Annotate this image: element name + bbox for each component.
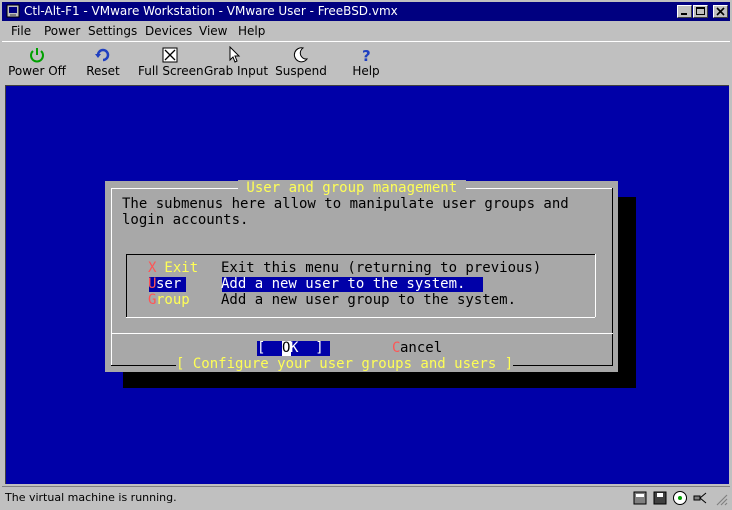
hard-disk-icon[interactable]	[632, 490, 648, 506]
menu-item-user[interactable]: U ser Add a new user to the system.	[148, 276, 598, 292]
close-icon	[716, 7, 725, 16]
grab-input-button[interactable]: Grab Input	[204, 42, 269, 84]
title-bar[interactable]: Ctl-Alt-F1 - VMware Workstation - VMware…	[2, 2, 730, 21]
suspend-button[interactable]: Suspend	[274, 42, 328, 84]
dialog-description-line1: The submenus here allow to manipulate us…	[122, 196, 569, 212]
cdrom-icon[interactable]	[672, 490, 688, 506]
dialog-separator	[111, 333, 613, 334]
vmware-app-icon[interactable]	[6, 4, 20, 18]
cancel-button-label: ancel	[400, 340, 443, 356]
resize-grip-icon[interactable]	[714, 492, 728, 506]
menu-item-exit-description: Exit this menu (returning to previous)	[221, 260, 542, 276]
menu-box-bottom	[126, 317, 595, 318]
status-text: The virtual machine is running.	[5, 491, 177, 504]
svg-text:?: ?	[362, 47, 371, 64]
close-button[interactable]	[713, 5, 728, 18]
network-icon[interactable]	[692, 490, 708, 506]
minimize-button[interactable]	[677, 5, 692, 18]
maximize-icon	[696, 7, 705, 15]
menu-item-group[interactable]: G roup Add a new user group to the syste…	[148, 292, 598, 308]
help-label: Help	[352, 64, 380, 78]
menu-settings[interactable]: Settings	[88, 24, 137, 38]
menu-item-user-description: Add a new user to the system.	[221, 276, 466, 292]
dialog-border-left	[111, 188, 112, 365]
minimize-icon	[681, 13, 687, 15]
dialog-border-right	[612, 188, 613, 365]
dialog-box: User and group management The submenus h…	[105, 180, 618, 372]
menu-file[interactable]: File	[11, 24, 31, 38]
window-title: Ctl-Alt-F1 - VMware Workstation - VMware…	[24, 4, 398, 18]
toolbar: Power Off Reset Full Screen Grab Input S…	[2, 41, 730, 84]
dialog-title: User and group management	[238, 180, 466, 196]
cancel-button[interactable]: C ancel	[392, 340, 452, 356]
menu-box-left	[126, 254, 127, 317]
full-screen-button[interactable]: Full Screen	[138, 42, 204, 84]
ok-button-rest: K ]	[290, 340, 324, 356]
menu-item-group-description: Add a new user group to the system.	[221, 292, 517, 308]
dialog-description-line2: login accounts.	[122, 212, 249, 228]
status-bar: The virtual machine is running.	[2, 486, 730, 509]
dialog-footer: [ Configure your user groups and users ]	[176, 356, 514, 372]
power-off-button[interactable]: Power Off	[6, 42, 68, 84]
reset-button[interactable]: Reset	[80, 42, 126, 84]
menu-devices[interactable]: Devices	[145, 24, 192, 38]
menu-power[interactable]: Power	[44, 24, 80, 38]
reset-label: Reset	[86, 64, 120, 78]
menu-box-top	[126, 254, 595, 255]
full-screen-label: Full Screen	[138, 64, 204, 78]
menu-item-exit-label: Exit	[156, 260, 199, 276]
full-screen-icon	[162, 47, 178, 63]
ok-button[interactable]: [ O K ]	[257, 340, 332, 356]
menu-view[interactable]: View	[199, 24, 227, 38]
ok-button-open: [	[257, 340, 283, 356]
suspend-icon	[293, 47, 309, 63]
suspend-label: Suspend	[275, 64, 327, 78]
help-icon: ?	[362, 47, 371, 64]
power-off-label: Power Off	[8, 64, 66, 78]
reset-icon	[95, 48, 110, 62]
menu-item-exit[interactable]: X Exit Exit this menu (returning to prev…	[148, 260, 598, 276]
menu-help[interactable]: Help	[238, 24, 265, 38]
menu-bar: File Power Settings Devices View Help	[2, 22, 730, 40]
menu-item-group-label: roup	[156, 292, 190, 308]
power-icon	[30, 48, 44, 63]
grab-input-label: Grab Input	[204, 64, 269, 78]
maximize-button[interactable]	[693, 5, 708, 18]
grab-input-icon	[229, 46, 241, 63]
floppy-icon[interactable]	[652, 490, 668, 506]
menu-item-user-label: ser	[156, 276, 182, 292]
help-button[interactable]: ? Help	[348, 42, 384, 84]
